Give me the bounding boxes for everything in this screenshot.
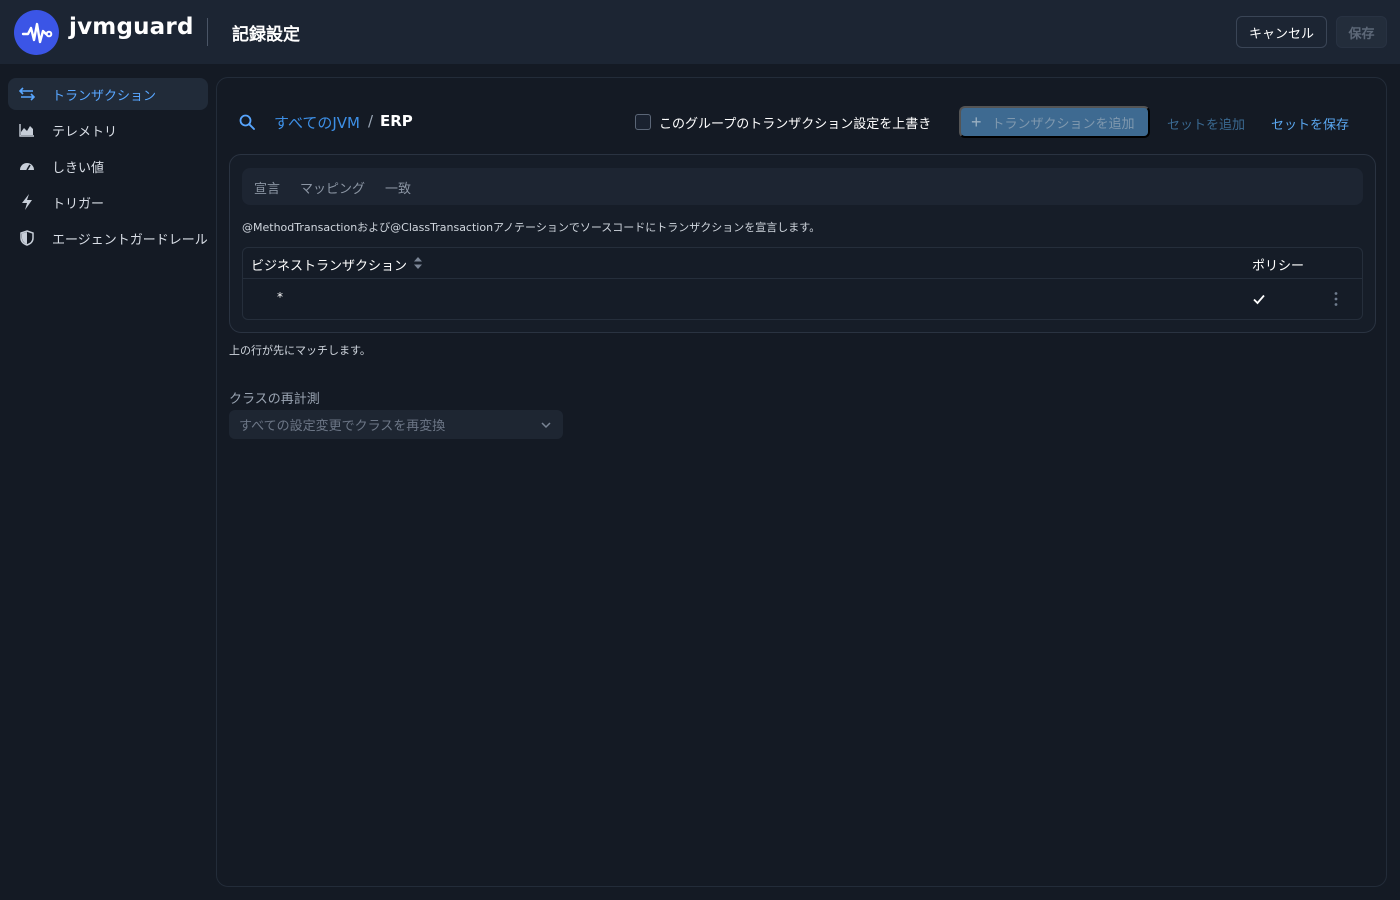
override-label[interactable]: このグループのトランザクション設定を上書き <box>659 113 931 132</box>
breadcrumb-current: ERP <box>380 112 413 130</box>
retransform-value: すべての設定変更でクラスを再変換 <box>239 419 446 434</box>
cancel-button[interactable]: キャンセル <box>1236 16 1327 48</box>
transaction-arrows-icon <box>18 85 36 103</box>
lightning-icon <box>18 193 36 211</box>
chevron-down-icon <box>541 422 551 429</box>
page-title: 記録設定 <box>232 25 300 45</box>
column-header-policy: ポリシー <box>1252 259 1305 274</box>
tab-match[interactable]: 一致 <box>385 178 411 197</box>
sidebar-item-agent-guardrails[interactable]: エージェントガードレール <box>8 222 208 254</box>
save-button[interactable]: 保存 <box>1336 16 1387 48</box>
sidebar-item-label: トリガー <box>52 196 105 212</box>
gauge-icon <box>18 157 36 175</box>
brand-name: jvmguard <box>69 14 194 40</box>
breadcrumb-separator: / <box>368 112 374 130</box>
declaration-description: @MethodTransactionおよび@ClassTransactionアノ… <box>242 221 821 234</box>
save-set-link[interactable]: セットを保存 <box>1271 114 1349 133</box>
add-set-link[interactable]: セットを追加 <box>1167 114 1245 133</box>
shield-icon <box>18 229 36 247</box>
sidebar-item-label: テレメトリ <box>52 124 118 140</box>
breadcrumb-all-jvms[interactable]: すべてのJVM <box>274 112 360 133</box>
transactions-table <box>242 247 1363 320</box>
tab-declaration[interactable]: 宣言 <box>254 178 280 197</box>
top-bar: jvmguard 記録設定 キャンセル 保存 <box>0 0 1400 64</box>
tab-mapping[interactable]: マッピング <box>300 178 365 197</box>
sidebar-item-label: トランザクション <box>52 88 157 104</box>
sidebar-item-transactions[interactable]: トランザクション <box>8 78 208 110</box>
sidebar-item-label: しきい値 <box>52 160 105 176</box>
retransform-select[interactable]: すべての設定変更でクラスを再変換 <box>229 410 563 439</box>
retransform-label: クラスの再計測 <box>229 392 320 407</box>
add-transaction-button[interactable]: + トランザクションを追加 <box>959 106 1150 138</box>
add-transaction-label: トランザクションを追加 <box>991 115 1135 131</box>
sidebar-item-triggers[interactable]: トリガー <box>8 186 208 218</box>
pulse-icon <box>21 22 52 43</box>
check-icon <box>1253 294 1265 305</box>
column-header-business-transaction[interactable]: ビジネストランザクション <box>251 255 407 274</box>
sidebar-item-thresholds[interactable]: しきい値 <box>8 150 208 182</box>
header-divider <box>207 18 208 46</box>
sidebar: トランザクション テレメトリ しきい値 トリガー エージェントガードレール <box>0 64 216 900</box>
order-hint: 上の行が先にマッチします。 <box>229 344 371 357</box>
sort-icon[interactable] <box>413 256 423 270</box>
sidebar-item-label: エージェントガードレール <box>52 232 208 248</box>
search-icon[interactable] <box>238 113 256 131</box>
sidebar-item-telemetry[interactable]: テレメトリ <box>8 114 208 146</box>
logo <box>14 10 59 55</box>
override-checkbox[interactable] <box>635 114 651 130</box>
more-vertical-icon[interactable] <box>1333 291 1339 307</box>
area-chart-icon <box>18 121 36 139</box>
table-header-divider <box>243 278 1362 279</box>
table-cell-pattern[interactable]: * <box>277 290 283 304</box>
plus-icon: + <box>971 112 982 132</box>
